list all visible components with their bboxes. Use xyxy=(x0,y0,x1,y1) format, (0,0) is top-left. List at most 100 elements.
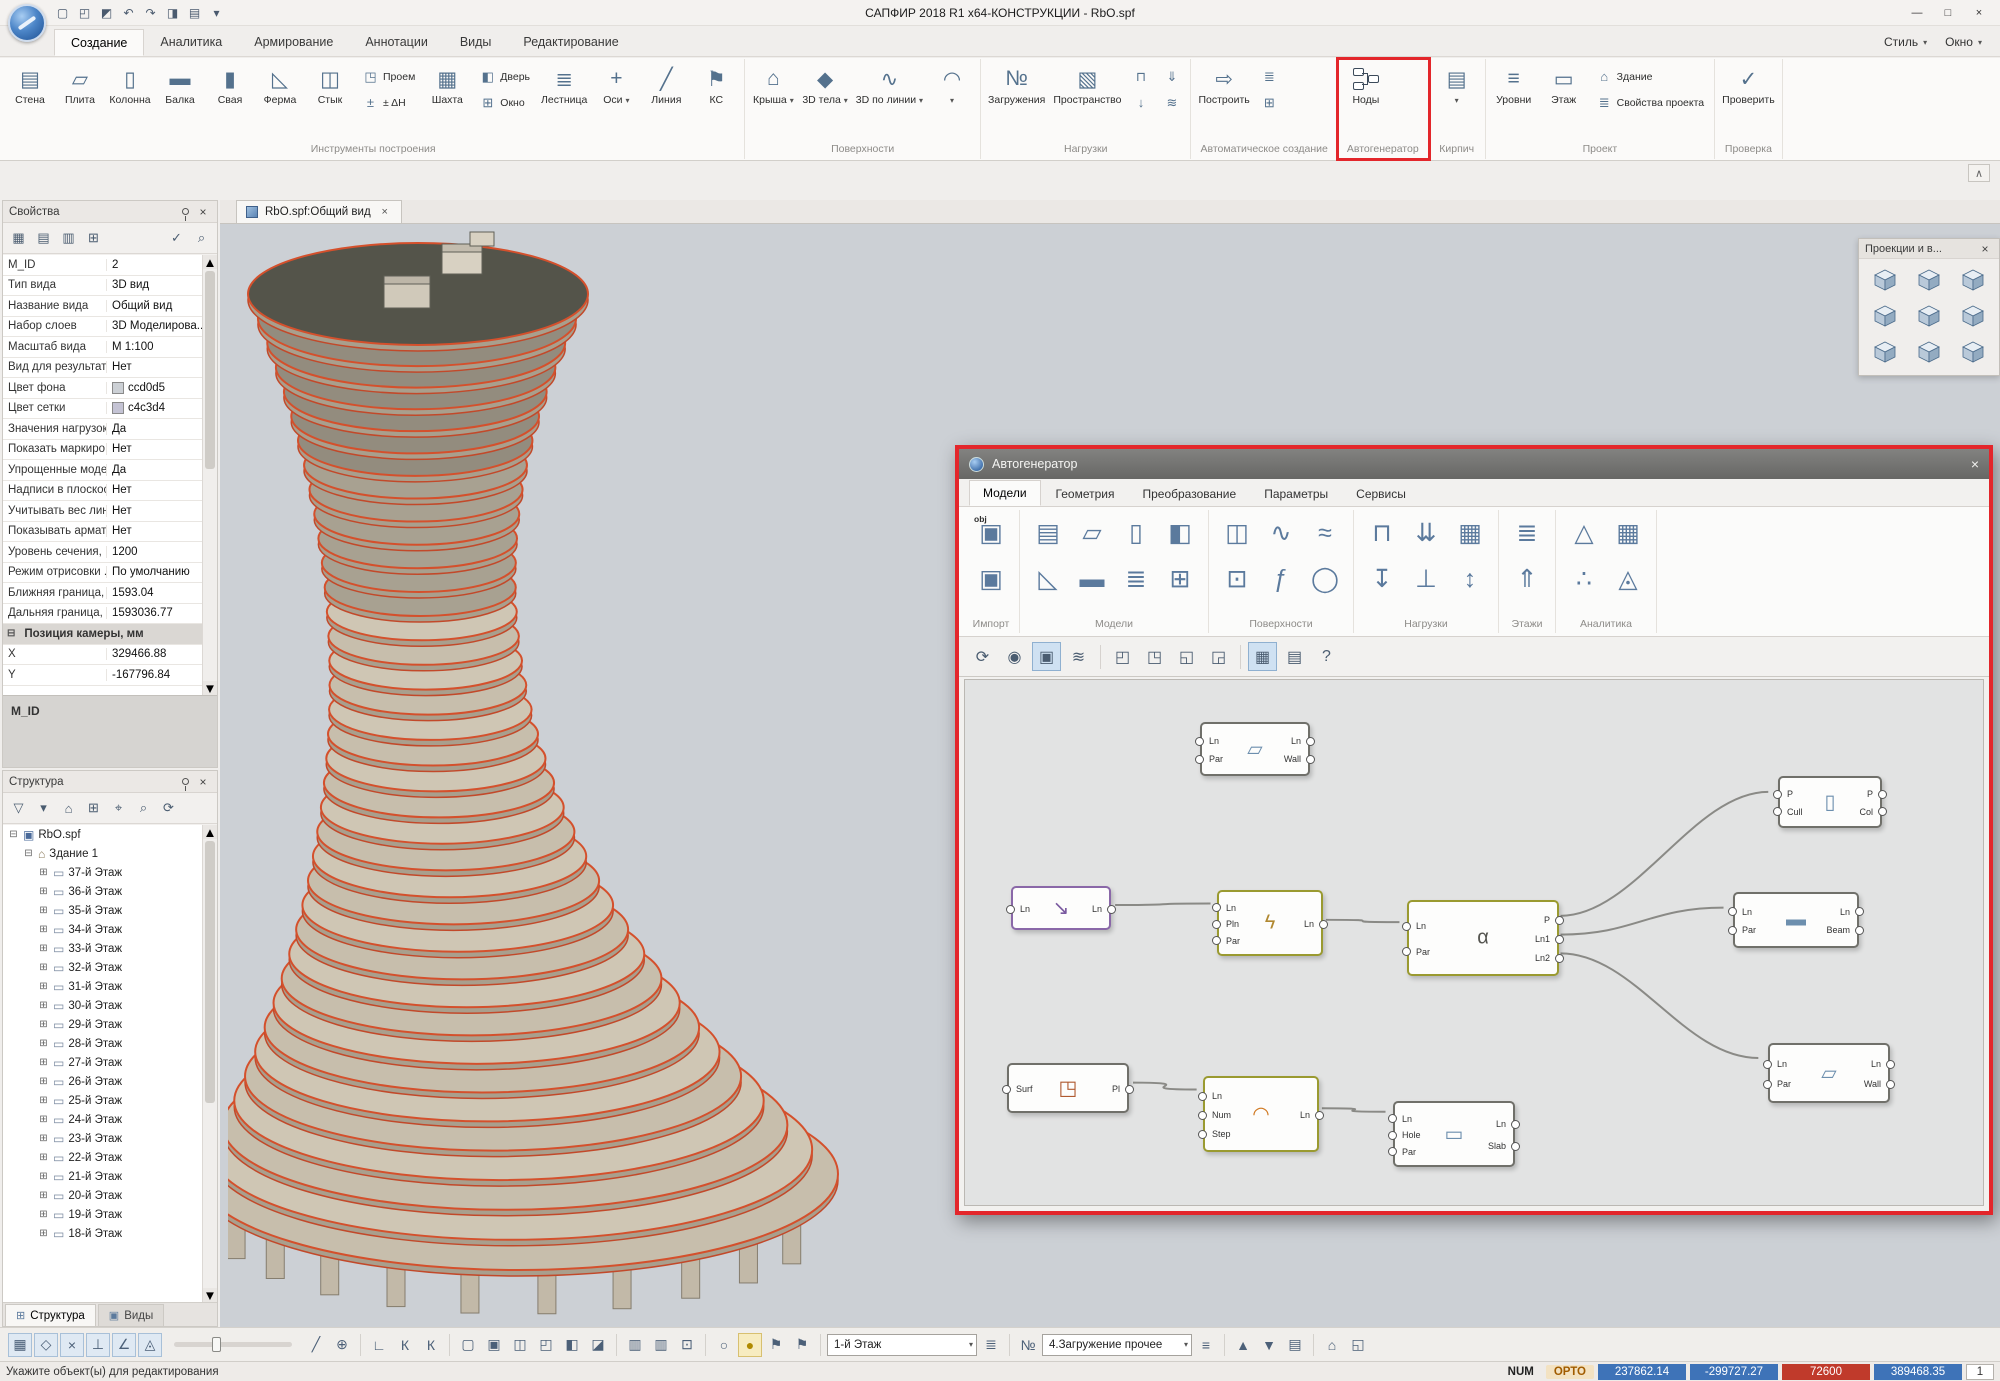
render-settings-button[interactable]: ◪ xyxy=(586,1333,610,1357)
view-front-button[interactable] xyxy=(1908,300,1950,334)
undo-button[interactable]: ↶ xyxy=(118,3,139,23)
opening-button[interactable]: ◳Проем xyxy=(357,65,420,88)
collapse-ribbon-button[interactable]: ∧ xyxy=(1968,164,1990,182)
ribbon-menu[interactable]: Окно▾ xyxy=(1945,35,1982,49)
tower-model[interactable] xyxy=(228,224,952,1324)
roof-button[interactable]: ⌂Крыша ▾ xyxy=(748,60,798,109)
sync-button[interactable]: ⟳ xyxy=(157,797,180,820)
slider-thumb[interactable] xyxy=(212,1337,221,1352)
floors-stack-button[interactable]: ≣ xyxy=(979,1333,1003,1357)
snap-grid-button[interactable]: ▦ xyxy=(8,1333,32,1357)
ribbon-tab[interactable]: Аннотации xyxy=(349,29,443,56)
property-row[interactable]: Надписи в плоскос...Нет xyxy=(3,481,202,502)
ag-surf-curve-button[interactable]: ∿ xyxy=(1260,512,1302,554)
ag-load-strip-button[interactable]: ⊓ xyxy=(1361,512,1403,554)
hidden-line-button[interactable]: ◰ xyxy=(534,1333,558,1357)
scroll-up-button[interactable]: ▲ xyxy=(203,825,217,839)
ag-frame-br-button[interactable]: ◲ xyxy=(1204,642,1233,671)
input-port[interactable] xyxy=(1198,1111,1207,1120)
expander-icon[interactable]: ⊞ xyxy=(38,943,49,954)
ag-image-button[interactable]: ▣ xyxy=(1032,642,1061,671)
property-row[interactable]: Уровень сечения, ...1200 xyxy=(3,542,202,563)
ag-ramp-button[interactable]: ◺ xyxy=(1027,558,1069,600)
output-port[interactable] xyxy=(1886,1060,1895,1069)
property-row[interactable]: Цвет сеткиc4c3d4 xyxy=(3,399,202,420)
shaded-view-button[interactable]: ▣ xyxy=(482,1333,506,1357)
scroll-thumb[interactable] xyxy=(205,841,215,1103)
output-port[interactable] xyxy=(1306,737,1315,746)
load-number-button[interactable]: № xyxy=(1016,1333,1040,1357)
window-button[interactable]: ⊞Окно xyxy=(474,91,535,114)
property-row[interactable]: Вид для результатовНет xyxy=(3,358,202,379)
area-load-button[interactable]: ⇓ xyxy=(1158,65,1185,88)
select-cursor2-button[interactable]: К xyxy=(419,1333,443,1357)
wall-a-node[interactable]: LnParLnWall▱ xyxy=(1200,722,1310,776)
ag-surf-wave-button[interactable]: ≈ xyxy=(1304,512,1346,554)
ag-surf-box-button[interactable]: ⊡ xyxy=(1216,558,1258,600)
expander-icon[interactable]: ⊞ xyxy=(38,962,49,973)
node-load-button[interactable]: ↓ xyxy=(1127,91,1154,114)
floor-select[interactable]: 1-й Этаж▾ xyxy=(827,1334,977,1356)
output-port[interactable] xyxy=(1319,920,1328,929)
pile-button[interactable]: ▮Свая xyxy=(205,60,255,108)
projections-close-button[interactable]: × xyxy=(1977,242,1993,256)
property-row[interactable]: Дальняя граница, ...1593036.77 xyxy=(3,604,202,625)
property-row[interactable]: Показать маркиро...Нет xyxy=(3,440,202,461)
output-port[interactable] xyxy=(1511,1142,1520,1151)
structure-tab[interactable]: ▣Виды xyxy=(98,1304,164,1326)
property-row[interactable]: Значения нагрузокДа xyxy=(3,419,202,440)
ag-surf-window-button[interactable]: ◫ xyxy=(1216,512,1258,554)
tree-floor[interactable]: ⊞▭20-й Этаж xyxy=(3,1186,202,1205)
view-iso-se-button[interactable] xyxy=(1952,336,1994,370)
group-floors-button[interactable]: ⊞ xyxy=(82,797,105,820)
marker-button[interactable]: ⚑ xyxy=(764,1333,788,1357)
measure-button[interactable]: ╱ xyxy=(304,1333,328,1357)
input-port[interactable] xyxy=(1002,1085,1011,1094)
expander-icon[interactable]: ⊞ xyxy=(38,1076,49,1087)
app-logo-button[interactable] xyxy=(8,4,46,42)
autogen-tab[interactable]: Сервисы xyxy=(1343,482,1419,506)
angle-mode-button[interactable]: ∟ xyxy=(367,1333,391,1357)
project-props-button[interactable]: ≣Свойства проекта xyxy=(1591,91,1709,114)
ribbon-tab[interactable]: Армирование xyxy=(238,29,349,56)
snap-angle-button[interactable]: ∠ xyxy=(112,1333,136,1357)
tree-floor[interactable]: ⊞▭21-й Этаж xyxy=(3,1167,202,1186)
minimize-button[interactable]: — xyxy=(1902,3,1932,23)
ribbon-tab[interactable]: Создание xyxy=(54,29,144,56)
ag-tri-button[interactable]: ◬ xyxy=(1607,558,1649,600)
ag-data-button[interactable]: ≋ xyxy=(1064,642,1093,671)
input-port[interactable] xyxy=(1212,903,1221,912)
flat-view-button[interactable]: ▥ xyxy=(57,227,80,250)
grid-view-button[interactable]: ⊞ xyxy=(82,227,105,250)
shaft-button[interactable]: ▦Шахта xyxy=(422,60,472,108)
tree-floor[interactable]: ⊞▭18-й Этаж xyxy=(3,1224,202,1243)
property-row[interactable]: M_ID2 xyxy=(3,255,202,276)
pin-icon[interactable] xyxy=(182,778,189,785)
input-port[interactable] xyxy=(1388,1114,1397,1123)
expander-icon[interactable]: ⊞ xyxy=(38,1114,49,1125)
filter-down-button[interactable]: ▼ xyxy=(1257,1333,1281,1357)
ag-load-area-button[interactable]: ▦ xyxy=(1449,512,1491,554)
column-node[interactable]: PCullPCol▯ xyxy=(1778,776,1882,828)
properties-close-button[interactable]: × xyxy=(195,205,211,219)
qat-more-button[interactable]: ▾ xyxy=(206,3,227,23)
expander-icon[interactable]: ⊞ xyxy=(38,1152,49,1163)
solid-view-button[interactable]: ▢ xyxy=(456,1333,480,1357)
visibility-filter-button[interactable]: ▤ xyxy=(1283,1333,1307,1357)
axes-button[interactable]: +Оси ▾ xyxy=(591,60,641,109)
input-port[interactable] xyxy=(1773,807,1782,816)
property-row[interactable]: Тип вида3D вид xyxy=(3,276,202,297)
expander-icon[interactable]: ⊞ xyxy=(38,924,49,935)
ag-column-button[interactable]: ▯ xyxy=(1115,512,1157,554)
ag-frame-bl-button[interactable]: ◱ xyxy=(1172,642,1201,671)
ag-wall-button[interactable]: ▤ xyxy=(1027,512,1069,554)
beam-button[interactable]: ▬Балка xyxy=(155,60,205,108)
temp-load-button[interactable]: ≋ xyxy=(1158,91,1185,114)
marker2-button[interactable]: ⚑ xyxy=(790,1333,814,1357)
ag-slab-button[interactable]: ▱ xyxy=(1071,512,1113,554)
document-tab-close-button[interactable]: × xyxy=(378,206,392,218)
locate-button[interactable]: ⌖ xyxy=(107,797,130,820)
floor-button[interactable]: ▭Этаж xyxy=(1539,60,1589,108)
home-button[interactable]: ⌂ xyxy=(57,797,80,820)
output-port[interactable] xyxy=(1878,790,1887,799)
